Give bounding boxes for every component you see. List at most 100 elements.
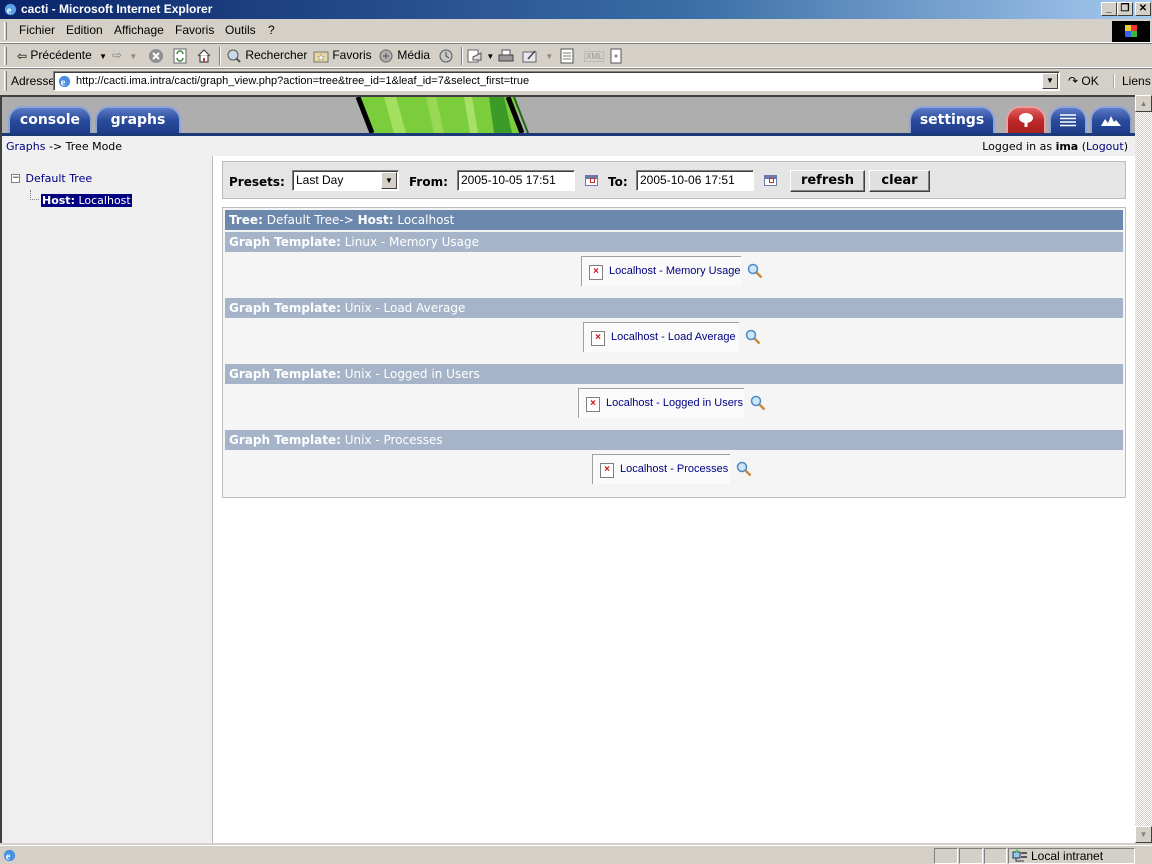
discuss-button[interactable] [560,48,574,64]
address-bar: Adresse e http://cacti.ima.intra/cacti/g… [0,69,1152,93]
menu-help[interactable]: ? [268,23,275,37]
url-input[interactable]: e http://cacti.ima.intra/cacti/graph_vie… [53,71,1060,91]
forward-button[interactable]: ⇨ ▼ [112,48,137,62]
zoom-magnifier-icon[interactable] [736,461,752,477]
from-calendar-icon[interactable] [585,175,598,186]
close-button[interactable]: ✕ [1135,2,1151,16]
favorites-button[interactable]: Favoris [313,48,372,63]
breadcrumb-separator: -> [48,140,63,153]
timespan-filter: Presets: Last Day ▼ From: 2005-10-05 17:… [222,161,1126,199]
toolbar-grip[interactable] [4,47,7,65]
logout-link[interactable]: Logout [1086,140,1124,153]
template-label: Graph Template: [229,367,341,381]
broken-image-icon: × [600,463,614,478]
collapse-icon[interactable]: − [11,174,20,183]
presets-value: Last Day [296,173,344,187]
links-button[interactable]: Liens [1113,74,1151,88]
back-button[interactable]: ⇦ Précédente ▼ [17,48,107,63]
history-button[interactable] [437,48,455,64]
xml-button[interactable]: XML [584,48,605,62]
page-viewport: console graphs settings Graphs -> Tree M [0,95,1135,843]
intranet-zone-icon [1012,849,1027,862]
forward-arrow-icon: ⇨ [112,48,123,62]
zoom-magnifier-icon[interactable] [745,329,761,345]
graph-item[interactable]: × Localhost - Load Average [583,322,739,352]
graph-item[interactable]: × Localhost - Logged in Users [578,388,744,418]
minimize-button[interactable]: _ [1101,2,1117,16]
media-button[interactable]: Média [378,48,430,64]
addressbar-grip[interactable] [4,71,7,91]
windows-logo-icon [1112,21,1150,42]
presets-select[interactable]: Last Day ▼ [292,170,399,191]
url-dropdown-button[interactable]: ▼ [1042,73,1058,89]
toolbar-separator [219,47,221,65]
graph-item[interactable]: × Localhost - Processes [592,454,730,484]
refresh-page-button[interactable] [172,48,188,64]
search-button[interactable]: Rechercher [226,48,307,64]
template-name: Linux - Memory Usage [344,235,480,249]
go-arrow-icon: ↷ [1068,74,1079,88]
to-calendar-icon[interactable] [764,175,777,186]
tab-console[interactable]: console [8,106,92,133]
media-label: Média [397,48,431,63]
graph-title-link[interactable]: Localhost - Logged in Users [606,397,743,409]
graph-title-link[interactable]: Localhost - Memory Usage [609,265,740,277]
breadcrumb-graphs-link[interactable]: Graphs [6,140,45,153]
template-header: Graph Template: Unix - Processes [225,430,1123,450]
tab-tree-view[interactable] [1006,106,1046,133]
login-status: Logged in as ima (Logout) [982,140,1128,153]
menu-edition[interactable]: Edition [66,23,103,37]
zoom-magnifier-icon[interactable] [747,263,763,279]
menu-outils[interactable]: Outils [225,23,256,37]
svg-text:e: e [61,77,66,88]
refresh-button[interactable]: refresh [790,170,865,192]
messenger-button[interactable] [610,48,622,64]
home-icon [197,49,211,63]
vertical-scrollbar[interactable]: ▲ ▼ [1135,95,1152,843]
template-label: Graph Template: [229,235,341,249]
tree-leaf-localhost[interactable]: Host: Localhost [41,194,132,207]
go-button[interactable]: ↷ OK [1068,74,1099,88]
clear-button[interactable]: clear [869,170,930,192]
print-button[interactable] [498,48,514,64]
graph-item[interactable]: × Localhost - Memory Usage [581,256,741,286]
template-label: Graph Template: [229,301,341,315]
tree-icon [1019,113,1033,127]
template-header: Graph Template: Unix - Load Average [225,298,1123,318]
tab-list-view[interactable] [1049,106,1087,133]
tab-graphs[interactable]: graphs [95,106,181,133]
menu-favoris[interactable]: Favoris [175,23,214,37]
zoom-magnifier-icon[interactable] [750,395,766,411]
graph-title-link[interactable]: Localhost - Load Average [611,331,736,343]
list-icon [1060,114,1076,127]
restore-button[interactable]: ❐ [1117,2,1133,16]
edit-button[interactable]: ▼ [522,48,553,64]
menu-affichage[interactable]: Affichage [114,23,164,37]
graph-title-link[interactable]: Localhost - Processes [620,463,728,475]
tab-preview-view[interactable] [1090,106,1132,133]
home-button[interactable] [196,48,212,64]
messenger-icon [610,48,622,64]
back-label: Précédente [30,48,92,62]
security-zone: Local intranet [1008,848,1135,864]
document-icon [560,48,574,64]
menu-fichier[interactable]: Fichier [19,23,55,37]
host-label: Host: [357,213,394,227]
presets-dropdown-icon[interactable]: ▼ [381,172,397,189]
mail-button[interactable]: ▼ [467,48,494,64]
graph-preview-icon [1101,116,1121,126]
scroll-down-button[interactable]: ▼ [1135,826,1152,843]
from-date-input[interactable]: 2005-10-05 17:51 [457,170,575,191]
menubar-grip[interactable] [4,22,7,40]
stop-button[interactable] [148,48,164,64]
cacti-logo [355,97,529,133]
tree-root-label[interactable]: Default Tree [26,172,93,185]
tree-name: Default Tree-> [266,213,354,227]
tree-root-default-tree[interactable]: − Default Tree [11,172,92,185]
to-date-input[interactable]: 2005-10-06 17:51 [636,170,754,191]
refresh-icon [173,48,187,64]
tab-settings[interactable]: settings [909,106,995,133]
scroll-up-button[interactable]: ▲ [1135,95,1152,112]
template-label: Graph Template: [229,433,341,447]
svg-text:e: e [6,851,11,862]
